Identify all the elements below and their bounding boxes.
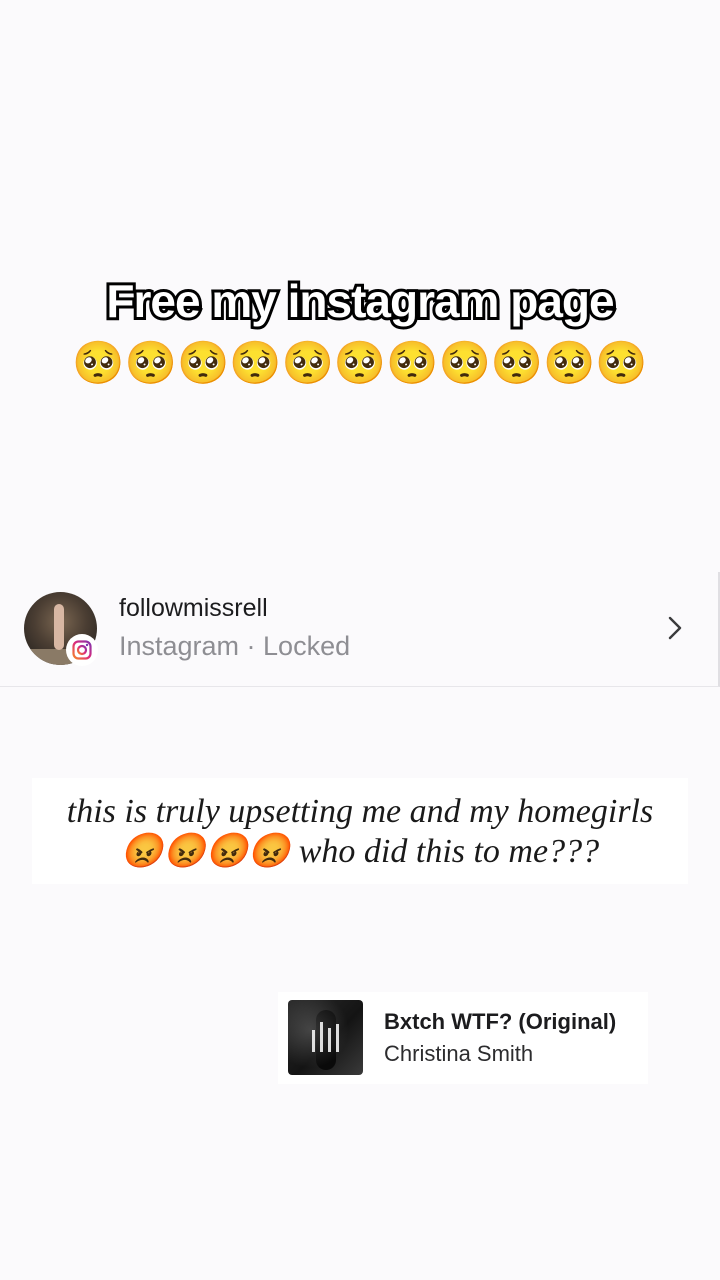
song-title: Bxtch WTF? (Original) [384, 1009, 617, 1034]
username: followmissrell [119, 594, 268, 622]
instagram-icon [66, 634, 98, 666]
caption-emojis: 🥺🥺🥺🥺🥺🥺🥺🥺🥺🥺🥺 [72, 338, 648, 387]
avatar-figure [54, 604, 64, 650]
play-bars-icon [312, 1022, 339, 1052]
source-status: Instagram · Locked [119, 631, 351, 661]
quote-line-1: this is truly upsetting me and my homegi… [66, 793, 654, 830]
song-artist: Christina Smith [384, 1041, 534, 1066]
quote-text: this is truly upsetting me and my homegi… [32, 792, 688, 872]
instagram-share-card[interactable]: followmissrell Instagram · Locked [0, 572, 720, 687]
quote-text-box: this is truly upsetting me and my homegi… [32, 778, 688, 884]
caption-overlay: Free my instagram page 🥺🥺🥺🥺🥺🥺🥺🥺🥺🥺🥺 [0, 272, 720, 390]
chevron-right-icon[interactable] [668, 616, 682, 644]
quote-line-2: 😡😡😡😡 who did this to me??? [120, 833, 600, 870]
album-art [288, 1000, 363, 1075]
music-sticker[interactable]: Bxtch WTF? (Original) Christina Smith [278, 992, 648, 1084]
caption-title: Free my instagram page [103, 272, 617, 330]
